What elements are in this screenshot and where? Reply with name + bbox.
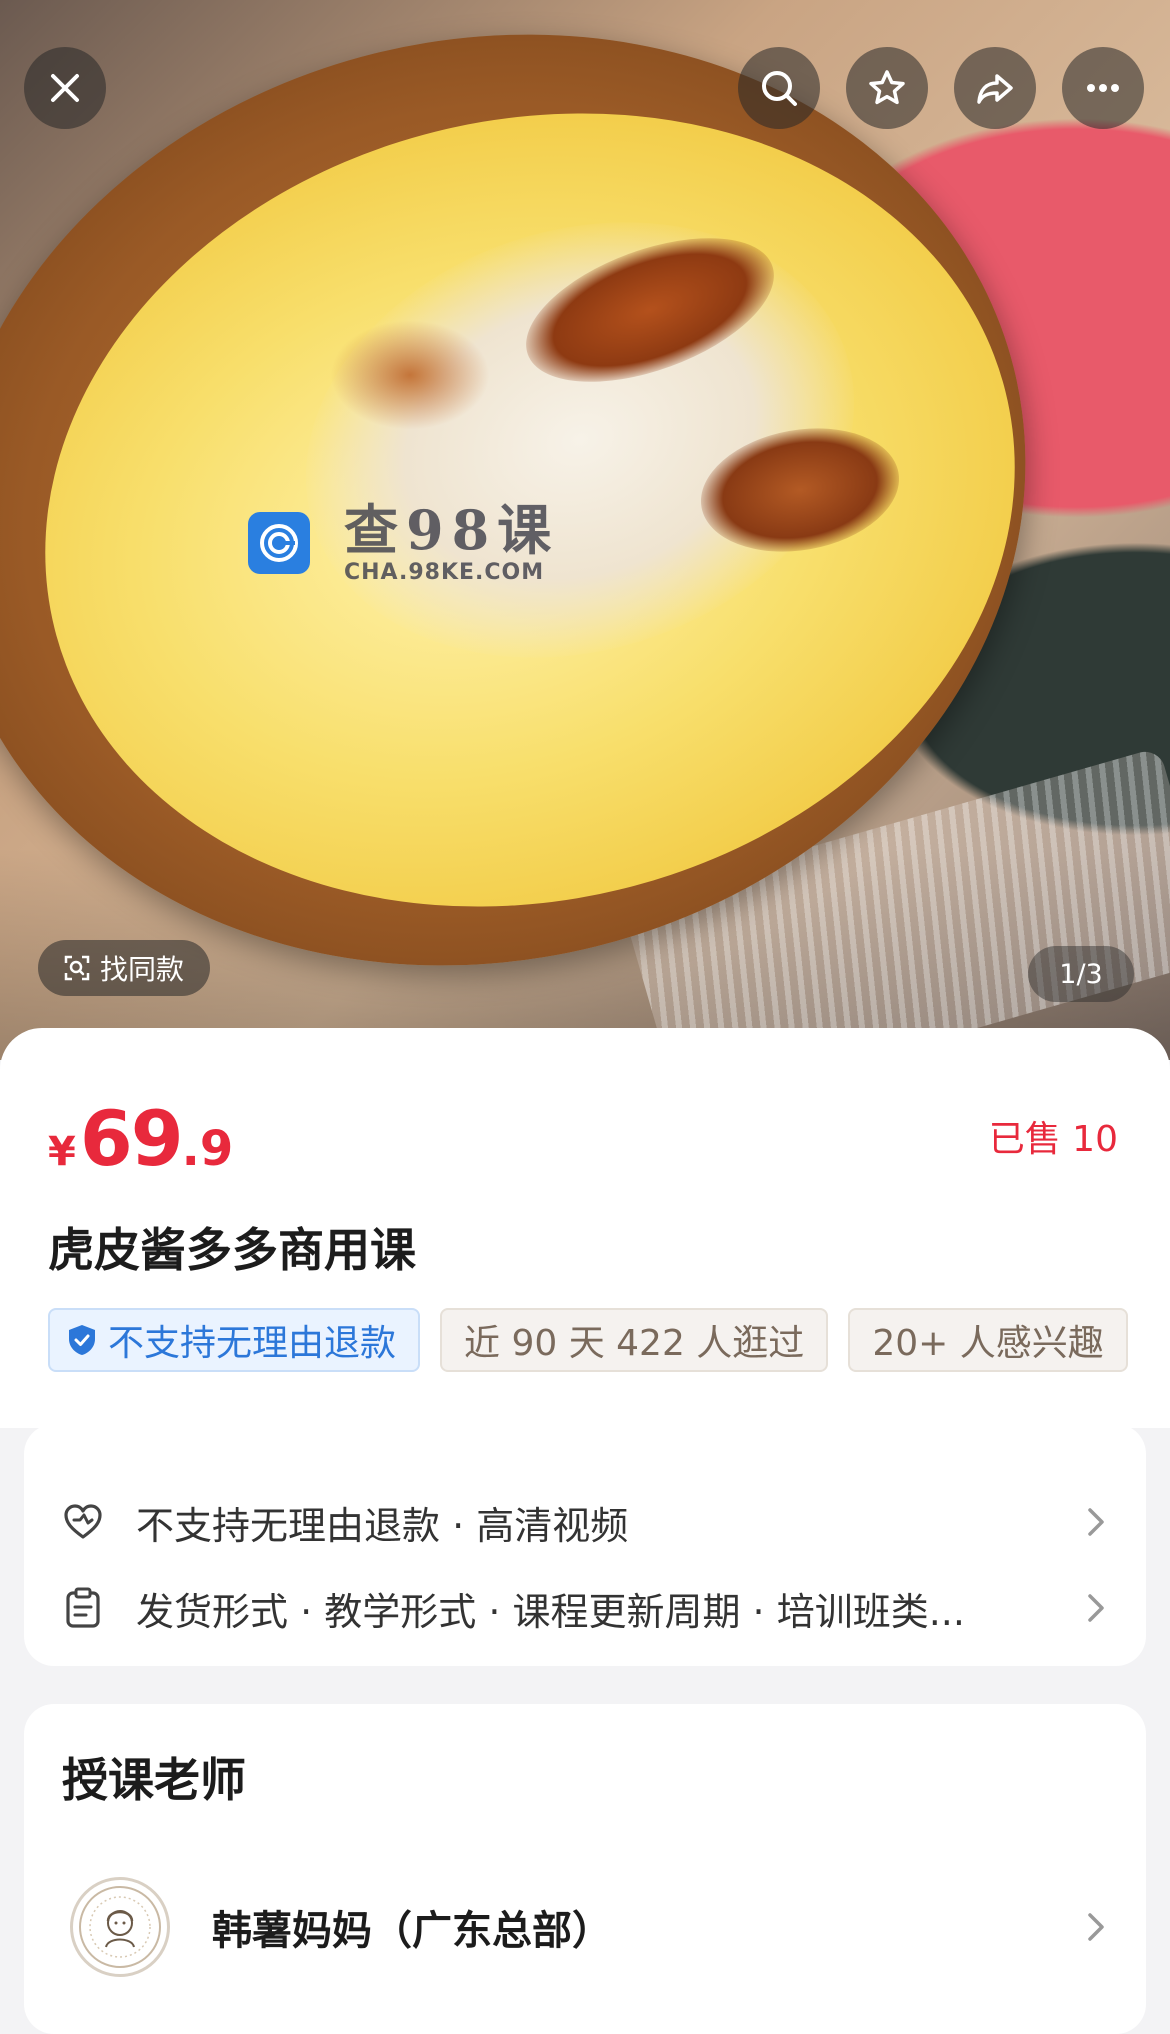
favorite-button[interactable] <box>846 47 928 129</box>
star-icon <box>869 70 905 105</box>
teacher-logo-icon <box>79 1886 161 1968</box>
teacher-row[interactable]: 韩薯妈妈（广东总部） <box>70 1872 1110 1982</box>
watermark-logo-icon <box>248 511 310 574</box>
teacher-heading: 授课老师 <box>62 1753 246 1807</box>
floss-filling <box>330 320 490 430</box>
search-button[interactable] <box>738 47 820 129</box>
find-similar-label: 找同款 <box>100 953 185 986</box>
more-icon <box>1087 84 1119 92</box>
tag-label: 20+ 人感兴趣 <box>872 1323 1104 1364</box>
price-integer: 69 <box>79 1094 184 1183</box>
interest-tag: 20+ 人感兴趣 <box>848 1308 1128 1372</box>
product-title: 虎皮酱多多商用课 <box>48 1223 416 1277</box>
product-info-card: ¥ 69 .9 已售 10 虎皮酱多多商用课 不支持无理由退款 近 90 天 4… <box>0 1028 1170 1428</box>
heart-shield-icon <box>64 1504 102 1539</box>
image-page-counter: 1/3 <box>1028 946 1134 1002</box>
chevron-right-icon <box>1088 1508 1104 1536</box>
close-button[interactable] <box>24 47 106 129</box>
teacher-card: 授课老师 韩薯妈妈（广东总部） <box>24 1704 1146 2034</box>
scan-icon <box>64 955 90 981</box>
chevron-right-icon <box>1088 1913 1104 1941</box>
teacher-name: 韩薯妈妈（广东总部） <box>212 1908 612 1954</box>
tag-list: 不支持无理由退款 近 90 天 422 人逛过 20+ 人感兴趣 <box>48 1308 1128 1372</box>
search-icon <box>762 71 797 106</box>
visits-tag: 近 90 天 422 人逛过 <box>440 1308 829 1372</box>
course-params-text: 发货形式 · 教学形式 · 课程更新周期 · 培训班类... <box>136 1589 965 1634</box>
more-button[interactable] <box>1062 47 1144 129</box>
share-button[interactable] <box>954 47 1036 129</box>
course-params-row[interactable]: 发货形式 · 教学形式 · 课程更新周期 · 培训班类... <box>60 1578 1110 1638</box>
service-guarantee-text: 不支持无理由退款 · 高清视频 <box>136 1503 629 1548</box>
avatar <box>70 1877 170 1977</box>
chevron-right-icon <box>1088 1594 1104 1622</box>
tag-label: 近 90 天 422 人逛过 <box>464 1323 805 1364</box>
close-icon <box>51 74 79 102</box>
watermark: 查98课 CHA.98KE.COM <box>248 500 559 585</box>
sold-count: 已售 10 <box>988 1119 1118 1160</box>
product-image[interactable]: 查98课 CHA.98KE.COM 找同款 1/3 <box>0 0 1170 1060</box>
share-icon <box>977 74 1013 104</box>
clipboard-icon <box>66 1587 100 1628</box>
price-currency: ¥ <box>48 1129 76 1175</box>
find-similar-button[interactable]: 找同款 <box>38 940 211 996</box>
tag-label: 不支持无理由退款 <box>108 1323 397 1364</box>
watermark-url: CHA.98KE.COM <box>344 560 545 585</box>
watermark-title: 查98课 <box>344 498 560 562</box>
price-decimal: .9 <box>181 1121 234 1177</box>
service-guarantee-row[interactable]: 不支持无理由退款 · 高清视频 <box>60 1492 1110 1552</box>
service-card: 不支持无理由退款 · 高清视频 发货形式 · 教学形式 · 课程更新周期 · 培… <box>24 1424 1146 1666</box>
refund-policy-tag[interactable]: 不支持无理由退款 <box>48 1308 421 1372</box>
shield-icon <box>69 1325 95 1355</box>
price: ¥ 69 .9 <box>48 1094 233 1183</box>
